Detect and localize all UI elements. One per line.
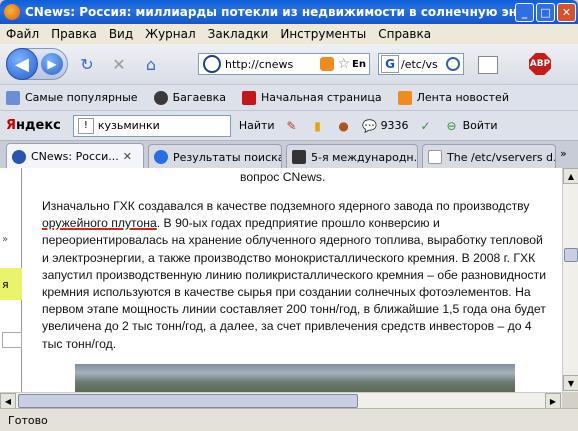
maximize-button[interactable]: □ (536, 2, 555, 22)
tab-label: Результаты поиска (173, 150, 281, 164)
paragraph-text-before: Изначально ГХК создавался в качестве под… (42, 199, 530, 213)
article-paragraph: Изначально ГХК создавался в качестве под… (42, 198, 550, 353)
bug-icon (153, 90, 168, 105)
tab-cnews[interactable]: CNews: Росси... ✕ (6, 143, 144, 169)
tab-close-icon[interactable]: ✕ (123, 150, 136, 163)
back-forward-group: ◀ ▶ (6, 48, 68, 80)
reload-icon[interactable]: ↻ (74, 51, 100, 77)
signal-bars-icon[interactable]: ▮ (309, 117, 327, 135)
adblock-icon[interactable]: ABP (529, 53, 551, 75)
menu-help[interactable]: Справка (378, 27, 431, 41)
status-bar: Готово (0, 408, 578, 431)
page-content: » я вопрос CNews. Изначально ГХК создава… (0, 168, 562, 392)
bookmark-label: Лента новостей (416, 91, 509, 104)
yandex-find-button[interactable]: Найти (239, 119, 275, 132)
rating-icon[interactable]: ● (335, 117, 353, 135)
scroll-corner (562, 392, 578, 408)
bookmark-star-icon[interactable]: ☆ (337, 56, 350, 72)
url-bar[interactable]: http://cnews ☆ En (198, 53, 370, 75)
nag-favicon-icon (154, 150, 168, 164)
menu-bookmarks[interactable]: Закладки (208, 27, 269, 41)
left-column: » я (0, 168, 22, 392)
scroll-down-arrow-icon[interactable]: ▼ (563, 375, 578, 391)
scroll-left-arrow-icon[interactable]: ◀ (0, 393, 16, 409)
yandex-logo-first: Я (6, 118, 17, 133)
notes-icon[interactable] (478, 56, 498, 74)
back-button[interactable]: ◀ (6, 48, 38, 80)
tab-label: CNews: Росси... (31, 150, 119, 163)
close-button[interactable]: ✕ (557, 2, 576, 22)
menu-view[interactable]: Вид (109, 27, 133, 41)
page-favicon-icon (292, 150, 306, 164)
window-title: CNews: Россия: миллиарды потекли из недв… (25, 5, 515, 19)
bookmark-bagaevka[interactable]: Багаевка (153, 90, 227, 105)
status-text: Готово (8, 413, 48, 427)
yandex-query[interactable]: кузьминки (98, 119, 160, 132)
minimize-button[interactable]: _ (515, 2, 534, 22)
tab-international[interactable]: 5-я международн... (286, 144, 418, 169)
yandex-logo-rest: ндекс (16, 118, 61, 133)
firefox-icon (4, 4, 20, 20)
tab-search-results[interactable]: Результаты поиска (148, 144, 282, 169)
rss-icon[interactable] (320, 57, 335, 71)
paragraph-text-after: . В 90-ых годах предприятие прошло конве… (42, 216, 547, 351)
menu-bar: Файл Правка Вид Журнал Закладки Инструме… (0, 24, 578, 44)
cnews-favicon-icon (12, 149, 26, 164)
search-engine-icon[interactable]: G (381, 55, 399, 73)
vertical-scrollbar[interactable]: ▲ ▼ (562, 168, 578, 392)
tab-label: 5-я международн... (311, 150, 417, 164)
side-highlight: я (0, 268, 22, 300)
message-icon[interactable]: 💬 (361, 117, 379, 135)
search-icon[interactable] (446, 57, 460, 71)
yandex-search-input[interactable]: ! кузьминки (72, 114, 231, 137)
bookmark-label: Самые популярные (25, 91, 138, 104)
pen-icon[interactable]: ✎ (283, 117, 301, 135)
horizontal-scroll-thumb[interactable] (18, 394, 358, 408)
scroll-up-arrow-icon[interactable]: ▲ (563, 168, 578, 184)
language-indicator: En (352, 58, 366, 70)
site-identity-icon[interactable] (203, 55, 221, 73)
stop-icon[interactable]: ✕ (106, 51, 132, 77)
tab-list-chevron-icon[interactable]: » (560, 147, 567, 160)
bookmark-most-visited[interactable]: Самые популярные (6, 90, 138, 105)
bookmark-label: Багаевка (172, 91, 227, 104)
article-top-line: вопрос CNews. (240, 170, 326, 184)
side-marker: » (2, 234, 9, 245)
home-icon[interactable]: ⌂ (138, 51, 164, 77)
forward-button[interactable]: ▶ (41, 53, 63, 75)
search-bar[interactable]: G /etc/vs (378, 53, 464, 75)
vertical-scroll-thumb[interactable] (564, 248, 578, 262)
bookmark-label: Начальная страница (261, 91, 382, 104)
yandex-logo[interactable]: Яндекс (6, 118, 61, 133)
bookmark-home-page[interactable]: Начальная страница (242, 90, 382, 105)
menu-file[interactable]: Файл (6, 27, 39, 41)
underlined-phrase: оружейного плутона (42, 216, 157, 231)
rss-icon (397, 90, 412, 105)
title-bar: CNews: Россия: миллиарды потекли из недв… (0, 0, 578, 24)
tab-label: The /etc/vservers d... (447, 150, 555, 164)
horizontal-scrollbar[interactable]: ◀ ▶ (0, 392, 562, 409)
yandex-login-button[interactable]: Войти (463, 119, 498, 132)
tab-bar: CNews: Росси... ✕ Результаты поиска 5-я … (0, 140, 578, 169)
tab-vservers[interactable]: The /etc/vservers d... (422, 144, 556, 169)
url-text[interactable]: http://cnews (225, 58, 320, 71)
scroll-right-arrow-icon[interactable]: ▶ (545, 393, 561, 409)
menu-history[interactable]: Журнал (145, 27, 196, 41)
message-count: 9336 (380, 119, 409, 132)
navigation-toolbar: ◀ ▶ ↻ ✕ ⌂ http://cnews ☆ En G /etc/vs AB… (0, 44, 578, 84)
search-input[interactable]: /etc/vs (401, 58, 446, 71)
check-icon[interactable]: ✓ (417, 117, 435, 135)
yandex-input-icon[interactable]: ! (77, 117, 94, 134)
bookmark-page-icon (6, 90, 20, 105)
red-bird-icon (242, 90, 257, 105)
side-box (2, 332, 22, 348)
yandex-toolbar: Яндекс ! кузьминки Найти ✎ ▮ ● 💬 9336 ✓ … (0, 110, 578, 140)
menu-tools[interactable]: Инструменты (280, 27, 366, 41)
article-photo (75, 364, 515, 392)
bookmark-news-feed[interactable]: Лента новостей (397, 90, 509, 105)
menu-edit[interactable]: Правка (51, 27, 97, 41)
bookmarks-toolbar: Самые популярные Багаевка Начальная стра… (0, 84, 578, 110)
login-icon[interactable]: ⊖ (443, 117, 461, 135)
blank-page-icon (428, 150, 442, 164)
